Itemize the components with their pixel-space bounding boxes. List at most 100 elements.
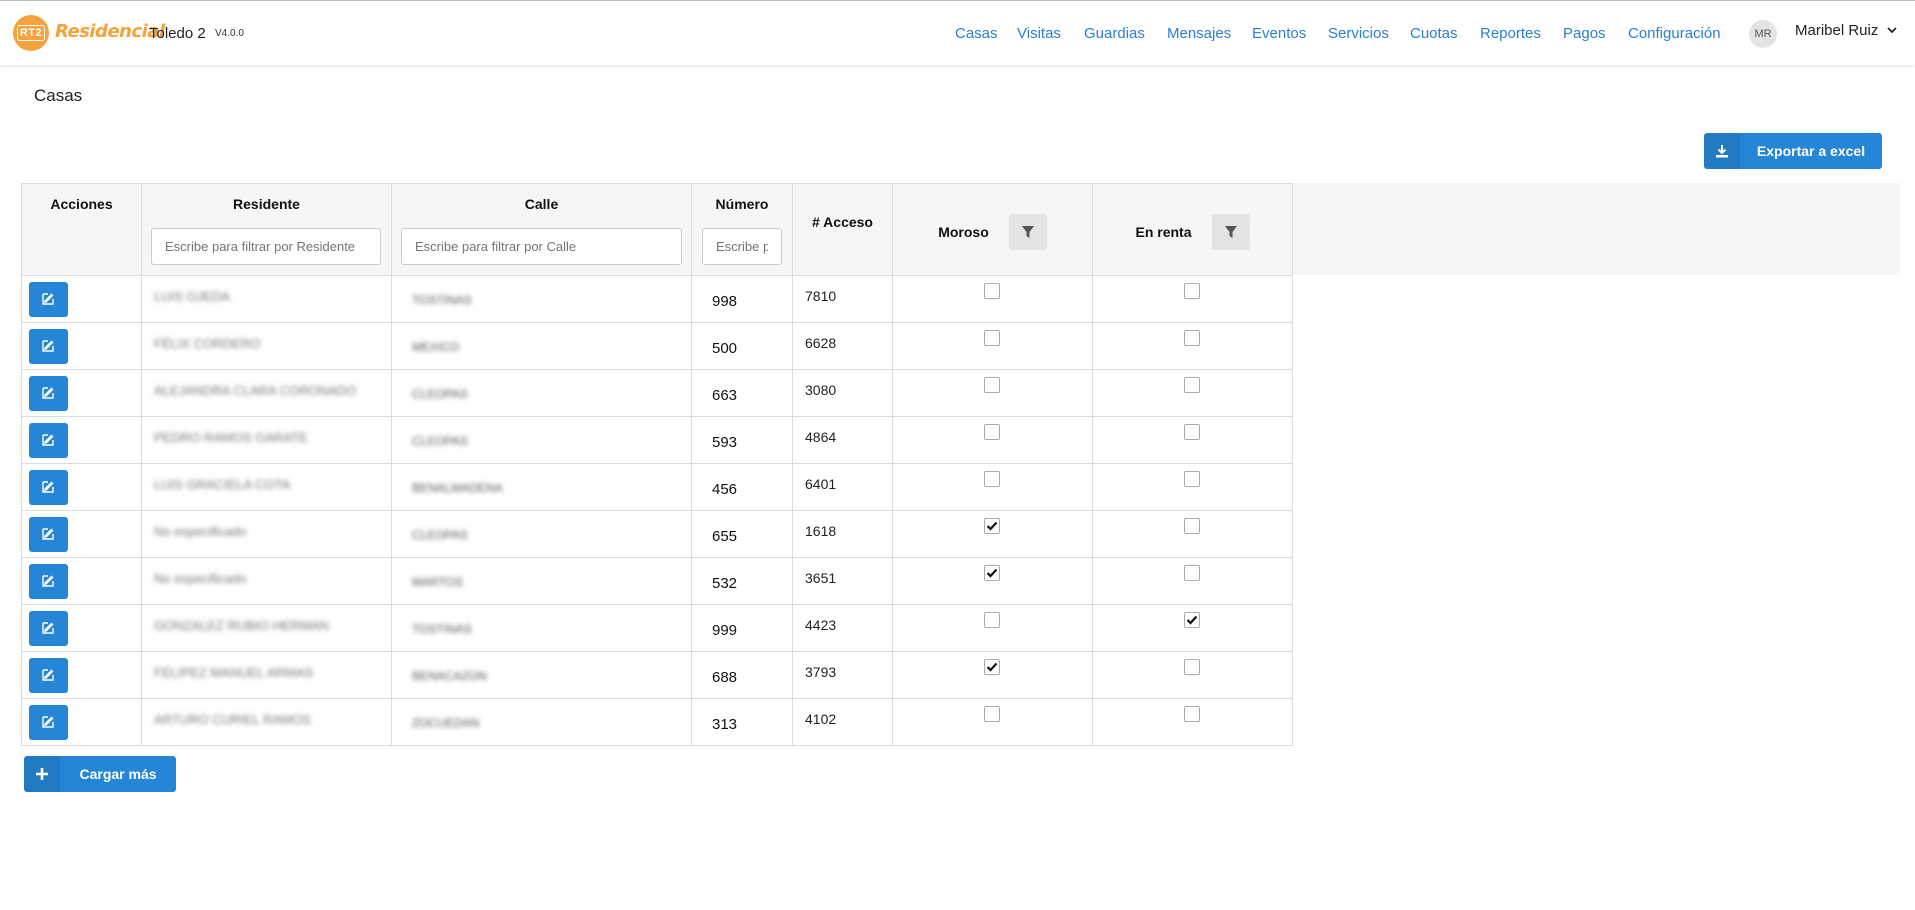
col-acceso-label[interactable]: # Acceso	[793, 214, 892, 230]
moroso-checkbox[interactable]	[984, 659, 1000, 675]
table-row: PEDRO RAMOS GARATE CLEOPAS 593 4864	[21, 416, 1293, 464]
renta-checkbox[interactable]	[1184, 518, 1200, 534]
filter-renta-button[interactable]	[1211, 214, 1250, 250]
cell-acceso: 6628	[792, 322, 893, 370]
cell-acciones	[21, 698, 142, 746]
cell-numero: 663	[691, 369, 793, 417]
moroso-checkbox[interactable]	[984, 424, 1000, 440]
renta-checkbox[interactable]	[1184, 706, 1200, 722]
chevron-down-icon[interactable]	[1887, 23, 1897, 37]
edit-button[interactable]	[29, 423, 68, 458]
cell-residente: FELIPEZ MANUEL ARMAS	[141, 651, 392, 699]
edit-button[interactable]	[29, 329, 68, 364]
cell-acceso: 4864	[792, 416, 893, 464]
nav-item-servicios[interactable]: Servicios	[1328, 25, 1389, 42]
table-row: No especificado MARTOS 532 3651	[21, 557, 1293, 605]
access-number: 4423	[805, 617, 837, 633]
filter-calle-input[interactable]	[401, 228, 682, 265]
col-renta-label[interactable]: En renta	[1135, 224, 1191, 240]
cell-acciones	[21, 510, 142, 558]
table-row: GONZALEZ RUBIO HERMAN TOSTINAS 999 4423	[21, 604, 1293, 652]
col-calle: Calle	[391, 183, 692, 276]
col-residente-label[interactable]: Residente	[233, 196, 300, 212]
house-number: 456	[712, 481, 738, 498]
cell-renta	[1092, 275, 1293, 323]
cell-moroso	[892, 604, 1093, 652]
renta-checkbox[interactable]	[1184, 659, 1200, 675]
resident-name: ARTURO CURIEL RAMOS	[154, 712, 311, 727]
filter-numero-input[interactable]	[702, 228, 782, 265]
house-number: 688	[712, 669, 738, 686]
edit-button[interactable]	[29, 282, 68, 317]
moroso-checkbox[interactable]	[984, 330, 1000, 346]
edit-icon	[41, 479, 56, 496]
edit-button[interactable]	[29, 705, 68, 740]
export-excel-button[interactable]: Exportar a excel	[1704, 133, 1882, 169]
nav-item-mensajes[interactable]: Mensajes	[1167, 25, 1231, 42]
moroso-checkbox[interactable]	[984, 518, 1000, 534]
edit-button[interactable]	[29, 470, 68, 505]
moroso-checkbox[interactable]	[984, 706, 1000, 722]
nav-item-pagos[interactable]: Pagos	[1563, 25, 1606, 42]
nav-item-visitas[interactable]: Visitas	[1017, 25, 1061, 42]
cell-renta	[1092, 416, 1293, 464]
renta-checkbox[interactable]	[1184, 283, 1200, 299]
edit-button[interactable]	[29, 564, 68, 599]
moroso-checkbox[interactable]	[984, 377, 1000, 393]
edit-icon	[41, 338, 56, 355]
cell-renta	[1092, 510, 1293, 558]
filter-moroso-button[interactable]	[1008, 214, 1047, 250]
edit-button[interactable]	[29, 658, 68, 693]
cell-moroso	[892, 275, 1093, 323]
moroso-checkbox[interactable]	[984, 471, 1000, 487]
cell-acciones	[21, 651, 142, 699]
load-more-button[interactable]: Cargar más	[24, 756, 176, 792]
nav-item-reportes[interactable]: Reportes	[1480, 25, 1541, 42]
cell-acceso: 3651	[792, 557, 893, 605]
cell-residente: LUIS OJEDA	[141, 275, 392, 323]
filter-residente-input[interactable]	[151, 228, 381, 265]
table-row: ARTURO CURIEL RAMOS ZOCUEDAN 313 4102	[21, 698, 1293, 746]
cell-residente: PEDRO RAMOS GARATE	[141, 416, 392, 464]
edit-button[interactable]	[29, 376, 68, 411]
street-name: TOSTINAS	[412, 622, 472, 636]
edit-button[interactable]	[29, 611, 68, 646]
street-name: CLEOPAS	[412, 528, 468, 542]
cell-numero: 688	[691, 651, 793, 699]
moroso-checkbox[interactable]	[984, 565, 1000, 581]
renta-checkbox[interactable]	[1184, 612, 1200, 628]
nav-item-configuracion[interactable]: Configuración	[1628, 25, 1721, 42]
house-number: 313	[712, 716, 738, 733]
export-excel-label: Exportar a excel	[1756, 143, 1866, 159]
nav-item-casas[interactable]: Casas	[955, 25, 998, 42]
col-calle-label[interactable]: Calle	[525, 196, 558, 212]
cell-acceso: 1618	[792, 510, 893, 558]
renta-checkbox[interactable]	[1184, 330, 1200, 346]
user-name[interactable]: Maribel Ruiz	[1795, 22, 1878, 39]
col-numero-label[interactable]: Número	[716, 196, 769, 212]
renta-checkbox[interactable]	[1184, 565, 1200, 581]
page-title: Casas	[34, 86, 83, 105]
nav-item-eventos[interactable]: Eventos	[1252, 25, 1306, 42]
resident-name: PEDRO RAMOS GARATE	[154, 430, 308, 445]
cell-numero: 500	[691, 322, 793, 370]
cell-acciones	[21, 369, 142, 417]
col-numero: Número	[691, 183, 793, 276]
renta-checkbox[interactable]	[1184, 424, 1200, 440]
moroso-checkbox[interactable]	[984, 612, 1000, 628]
table-row: No especificado CLEOPAS 655 1618	[21, 510, 1293, 558]
moroso-checkbox[interactable]	[984, 283, 1000, 299]
cell-renta	[1092, 604, 1293, 652]
cell-acciones	[21, 416, 142, 464]
renta-checkbox[interactable]	[1184, 471, 1200, 487]
col-moroso-label[interactable]: Moroso	[938, 224, 989, 240]
edit-button[interactable]	[29, 517, 68, 552]
nav-item-guardias[interactable]: Guardias	[1084, 25, 1145, 42]
col-acciones: Acciones	[21, 183, 142, 276]
renta-checkbox[interactable]	[1184, 377, 1200, 393]
resident-name: FÉLIX CORDERO	[154, 336, 261, 351]
access-number: 3080	[805, 382, 837, 398]
resident-name: No especificado	[154, 571, 247, 586]
nav-item-cuotas[interactable]: Cuotas	[1410, 25, 1458, 42]
user-avatar[interactable]: MR	[1749, 20, 1777, 48]
